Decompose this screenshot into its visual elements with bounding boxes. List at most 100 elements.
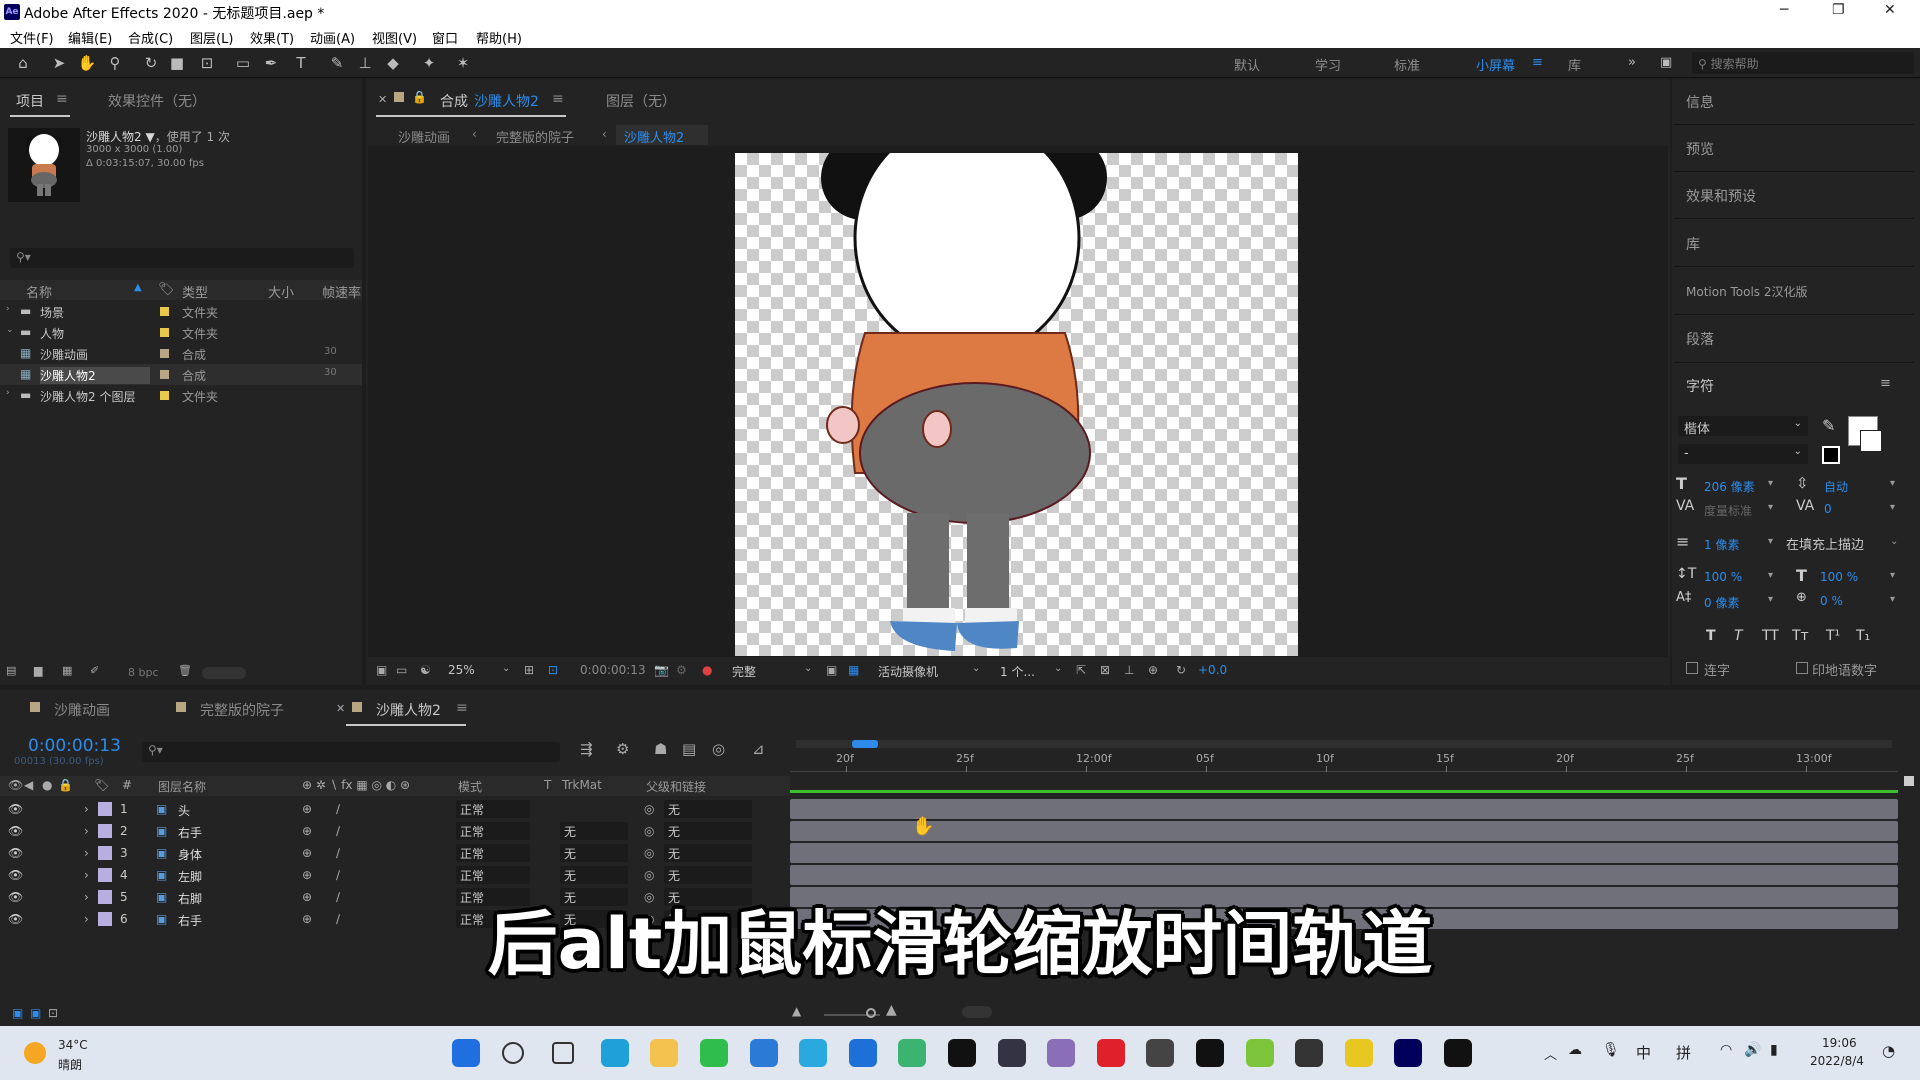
quality-switch-icon[interactable]: ∕ (336, 824, 340, 838)
comp-mini-flowchart-icon[interactable]: ⇶ (580, 740, 593, 758)
resolution-dropdown[interactable]: 完整 (732, 663, 756, 680)
chevron-down-icon[interactable]: ▾ (1890, 502, 1895, 513)
end-marker-icon[interactable] (1904, 776, 1914, 786)
stroke-type-dropdown[interactable]: 在填充上描边 (1786, 534, 1864, 553)
timeline-menu-icon[interactable]: ≡ (456, 700, 468, 716)
trash-icon[interactable]: 🗑 (178, 664, 192, 677)
project-item-row[interactable]: ⌄ ▬ 人物 文件夹 (0, 322, 362, 343)
home-icon[interactable]: ⌂ (12, 53, 34, 73)
font-style-dropdown[interactable]: - ⌄ (1678, 444, 1808, 464)
stretch-toggle-icon[interactable]: ⊡ (48, 1006, 58, 1020)
menu-window[interactable]: 窗口 (432, 28, 458, 47)
wechat-icon[interactable] (700, 1039, 728, 1067)
more-workspaces-icon[interactable]: » (1628, 55, 1636, 70)
zoom-in-icon[interactable]: ▲ (886, 1002, 897, 1018)
camera-tool-icon[interactable]: ■ (166, 53, 188, 73)
font-family-dropdown[interactable]: 楷体 ⌄ (1678, 416, 1808, 437)
davinci-icon[interactable] (1295, 1039, 1324, 1067)
workspace-default[interactable]: 默认 (1234, 55, 1260, 74)
tab-effect-controls[interactable]: 效果控件（无） (108, 91, 206, 111)
motion-blur-icon[interactable]: ◎ (712, 740, 725, 758)
restore-icon[interactable]: ❐ (1832, 2, 1845, 18)
text-tool-icon[interactable]: T (290, 53, 312, 73)
parent-dropdown[interactable]: 无 (664, 866, 752, 884)
ime-language[interactable]: 中 (1636, 1042, 1651, 1063)
label-color[interactable] (160, 391, 169, 400)
thumbnail-slider[interactable] (202, 667, 246, 679)
column-layer-name[interactable]: 图层名称 (158, 778, 206, 795)
layer-row[interactable]: 👁 › 3 ▣ 身体 ⊕ ∕ 正常 无 ◎ 无 (0, 842, 790, 864)
tab-composition-label[interactable]: 合成 (440, 91, 468, 111)
label-color[interactable] (160, 370, 169, 379)
chevron-down-icon[interactable]: ▾ (1890, 594, 1895, 605)
layer-name[interactable]: 身体 (178, 846, 202, 863)
volume-icon[interactable]: 🔊 (1744, 1042, 1761, 1058)
netease-music-icon[interactable] (1096, 1039, 1125, 1067)
comp-flowchart-icon[interactable]: ⊕ (1148, 663, 1158, 677)
all-caps-icon[interactable]: TT (1762, 628, 1779, 644)
breadcrumb-item[interactable]: 沙雕动画 (398, 127, 450, 146)
layer-label-color[interactable] (98, 824, 112, 838)
timeline-tab[interactable]: 完整版的院子 (200, 700, 284, 720)
parent-dropdown[interactable]: 无 (664, 822, 752, 840)
render-time-icon[interactable]: ▣ (12, 1006, 23, 1020)
character-menu-icon[interactable]: ≡ (1880, 376, 1891, 391)
shy-switch-icon[interactable]: ⊕ (302, 802, 312, 816)
windows-start-icon[interactable] (452, 1039, 480, 1067)
microphone-icon[interactable]: 🎙 (1602, 1042, 1620, 1058)
chevron-right-icon[interactable]: › (84, 846, 89, 860)
column-parent[interactable]: 父级和链接 (646, 778, 706, 795)
new-composition-icon[interactable]: ▦ (62, 664, 72, 677)
chevron-down-icon[interactable]: ▾ (1768, 536, 1773, 547)
panel-motion-tools[interactable]: Motion Tools 2汉化版 (1686, 283, 1808, 300)
shy-switch-icon[interactable]: ⊕ (302, 824, 312, 838)
chevron-right-icon[interactable]: › (6, 304, 10, 314)
rectangle-tool-icon[interactable]: ▭ (232, 53, 254, 73)
current-time-display[interactable]: 0:00:00:13 (580, 663, 646, 677)
layer-label-color[interactable] (98, 868, 112, 882)
time-ruler[interactable]: 20f 25f 12:00f 05f 10f 15f 20f 25f 13:00f (790, 750, 1898, 772)
kerning-value[interactable]: 度量标准 (1704, 502, 1752, 519)
label-column-icon[interactable]: 🏷 (158, 282, 175, 297)
tab-layer[interactable]: 图层（无） (606, 91, 676, 111)
quality-switch-icon[interactable]: ∕ (336, 802, 340, 816)
layer-duration-bar[interactable] (790, 821, 1898, 841)
pick-whip-icon[interactable]: ◎ (644, 868, 654, 882)
vertical-scale-value[interactable]: 100 % (1704, 570, 1742, 584)
menu-effect[interactable]: 效果(T) (250, 28, 294, 47)
audio-toggle-icon[interactable]: ◀ (24, 778, 33, 792)
panel-preview[interactable]: 预览 (1686, 139, 1714, 159)
chevron-down-icon[interactable]: ▼ (145, 130, 154, 144)
pick-whip-icon[interactable]: ◎ (644, 802, 654, 816)
virtualbox-icon[interactable] (997, 1039, 1026, 1067)
workspace-menu-icon[interactable]: ≡ (1532, 55, 1543, 70)
workspace-small-screen[interactable]: 小屏幕 (1476, 55, 1515, 74)
notification-icon[interactable]: ◔ (1882, 1042, 1895, 1060)
rotate-tool-icon[interactable]: ↻ (140, 53, 162, 73)
menu-edit[interactable]: 编辑(E) (68, 28, 112, 47)
menu-layer[interactable]: 图层(L) (190, 28, 233, 47)
menu-file[interactable]: 文件(F) (10, 28, 54, 47)
subscript-icon[interactable]: T₁ (1856, 628, 1870, 644)
faux-italic-icon[interactable]: T (1734, 628, 1743, 644)
track-matte-dropdown[interactable]: 无 (560, 844, 628, 862)
chevron-right-icon[interactable]: › (84, 824, 89, 838)
project-menu-icon[interactable]: ≡ (56, 91, 68, 107)
project-item-row[interactable]: › ▬ 场景 文件夹 (0, 301, 362, 322)
selection-tool-icon[interactable]: ➤ (48, 53, 70, 73)
column-trkmat[interactable]: TrkMat (562, 778, 602, 792)
tiktok-icon[interactable] (1196, 1039, 1224, 1067)
leading-value[interactable]: 自动 (1824, 478, 1848, 495)
visibility-eye-icon[interactable]: 👁 (8, 824, 23, 838)
solo-icon[interactable]: ● (42, 778, 52, 792)
video-toggle-icon[interactable]: 👁 (8, 778, 23, 792)
menu-composition[interactable]: 合成(C) (128, 28, 173, 47)
breadcrumb-item[interactable]: 完整版的院子 (496, 127, 574, 146)
search-help-toggle-icon[interactable]: ▣ (1660, 55, 1672, 70)
label-color[interactable] (160, 328, 169, 337)
chevron-right-icon[interactable]: › (84, 802, 89, 816)
shy-switch-icon[interactable]: ⊕ (302, 846, 312, 860)
panel-info[interactable]: 信息 (1686, 92, 1714, 112)
puppet-tool-icon[interactable]: ✶ (452, 53, 474, 73)
channel-icon[interactable]: ● (702, 663, 712, 677)
